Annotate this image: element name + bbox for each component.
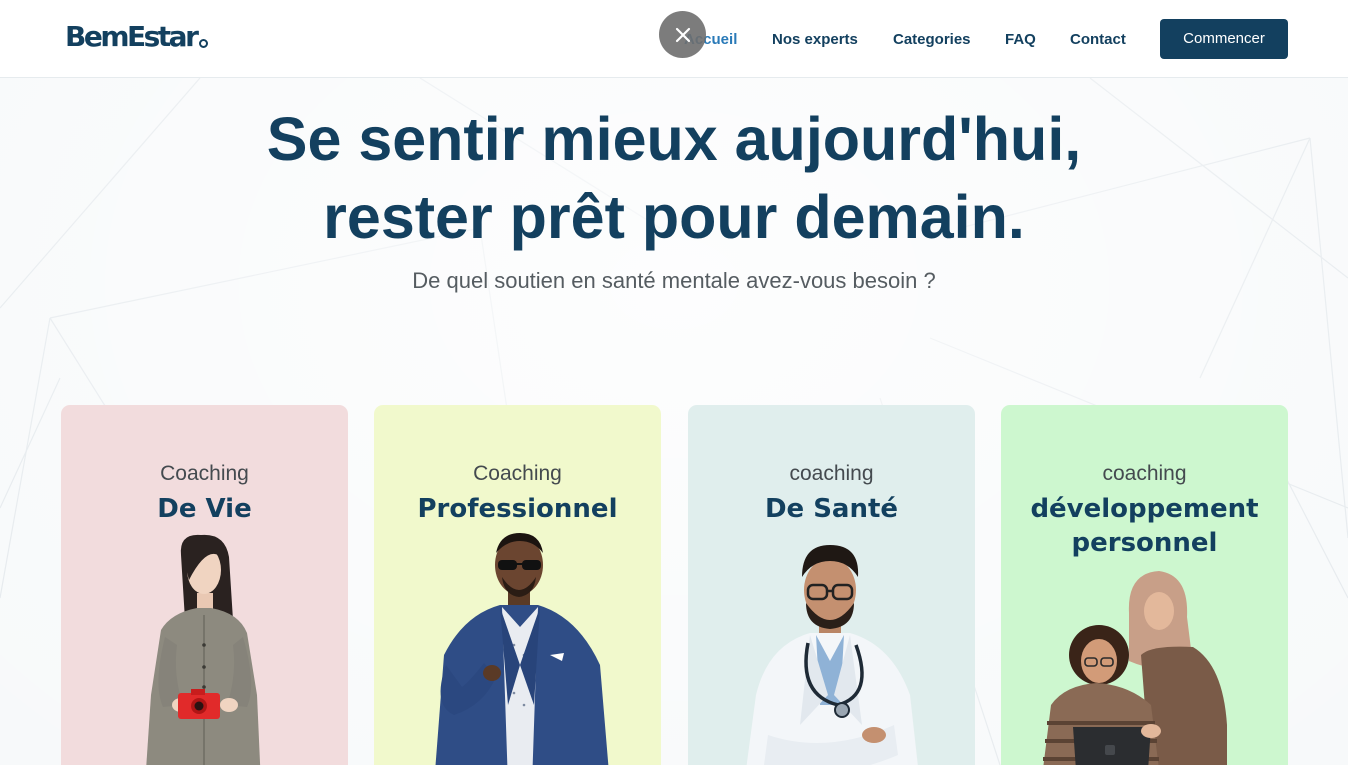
card-coaching-professionnel[interactable]: Coaching Professionnel <box>374 405 661 765</box>
hero-title-line-2: rester prêt pour demain. <box>323 183 1025 251</box>
two-women-laptop-image <box>1043 571 1227 765</box>
logo-dot-icon <box>199 39 209 48</box>
logo-text: BemEstar <box>65 20 199 53</box>
nav-link-categories[interactable]: Categories <box>893 30 971 50</box>
close-icon <box>675 27 690 42</box>
hero-subtitle: De quel soutien en santé mentale avez-vo… <box>412 268 936 293</box>
woman-with-camera-image <box>146 534 261 765</box>
nav-link-nos-experts[interactable]: Nos experts <box>772 30 858 50</box>
close-button[interactable] <box>659 11 706 58</box>
hero-title: Se sentir mieux aujourd'hui, rester prêt… <box>0 100 1348 256</box>
hero-title-line-1: Se sentir mieux aujourd'hui, <box>266 105 1082 173</box>
commencer-button[interactable]: Commencer <box>1160 19 1288 59</box>
man-in-suit-image <box>435 533 609 765</box>
card-coaching-de-sante[interactable]: coaching De Santé <box>688 405 975 765</box>
doctor-image <box>746 545 918 765</box>
nav-link-contact[interactable]: Contact <box>1070 30 1126 50</box>
nav-link-faq[interactable]: FAQ <box>1005 30 1036 50</box>
brand-logo[interactable]: BemEstar <box>65 20 209 54</box>
card-coaching-developpement-personnel[interactable]: coaching développement personnel <box>1001 405 1288 765</box>
card-coaching-de-vie[interactable]: Coaching De Vie <box>61 405 348 765</box>
